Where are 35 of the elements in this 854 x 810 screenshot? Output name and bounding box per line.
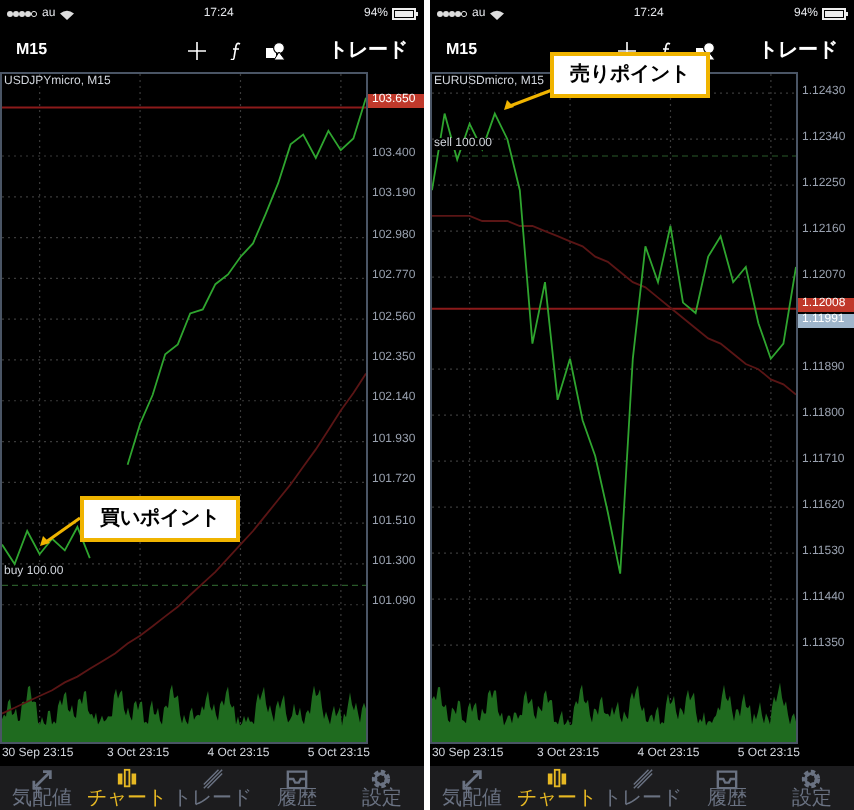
function-icon[interactable] [229, 41, 242, 59]
candlestick-icon[interactable] [116, 768, 139, 790]
tab-bar-item[interactable]: チャート [514, 768, 600, 810]
settings-icon[interactable] [370, 768, 393, 790]
expand-arrow-icon[interactable] [31, 768, 54, 790]
tab-bar-item[interactable]: トレード [169, 768, 255, 810]
objects-icon[interactable] [265, 41, 286, 59]
tab-bar-item[interactable]: チャート [84, 768, 170, 810]
inbox-icon[interactable] [715, 768, 738, 790]
battery-icon [822, 8, 848, 20]
callout-tooltip: 売りポイント [550, 52, 710, 98]
candlestick-icon[interactable] [546, 768, 569, 790]
diagonal-lines-icon[interactable] [631, 768, 654, 790]
crosshair-icon[interactable] [187, 41, 206, 59]
tab-bar-item[interactable]: 気配値 [430, 768, 515, 810]
signal-icon [6, 10, 38, 18]
trade-button[interactable]: トレード [328, 35, 408, 65]
settings-icon[interactable] [800, 768, 823, 790]
callout-tooltip: 買いポイント [80, 496, 240, 542]
callout-arrow [504, 88, 553, 110]
tab-bar-item[interactable]: 設定 [769, 768, 854, 810]
wifi-icon [59, 9, 74, 19]
tab-bar-item[interactable]: トレード [599, 768, 685, 810]
diagonal-lines-icon[interactable] [201, 768, 224, 790]
expand-arrow-icon[interactable] [461, 768, 484, 790]
timeframe-button[interactable]: M15 [446, 38, 478, 62]
inbox-icon[interactable] [285, 768, 308, 790]
trade-button[interactable]: トレード [758, 35, 838, 65]
wifi-icon [489, 9, 504, 19]
tab-bar-item[interactable]: 気配値 [0, 768, 85, 810]
signal-icon [436, 10, 468, 18]
tab-bar-item[interactable]: 設定 [339, 768, 425, 810]
callout-arrow [40, 516, 81, 546]
timeframe-button[interactable]: M15 [16, 38, 48, 62]
battery-icon [392, 8, 418, 20]
